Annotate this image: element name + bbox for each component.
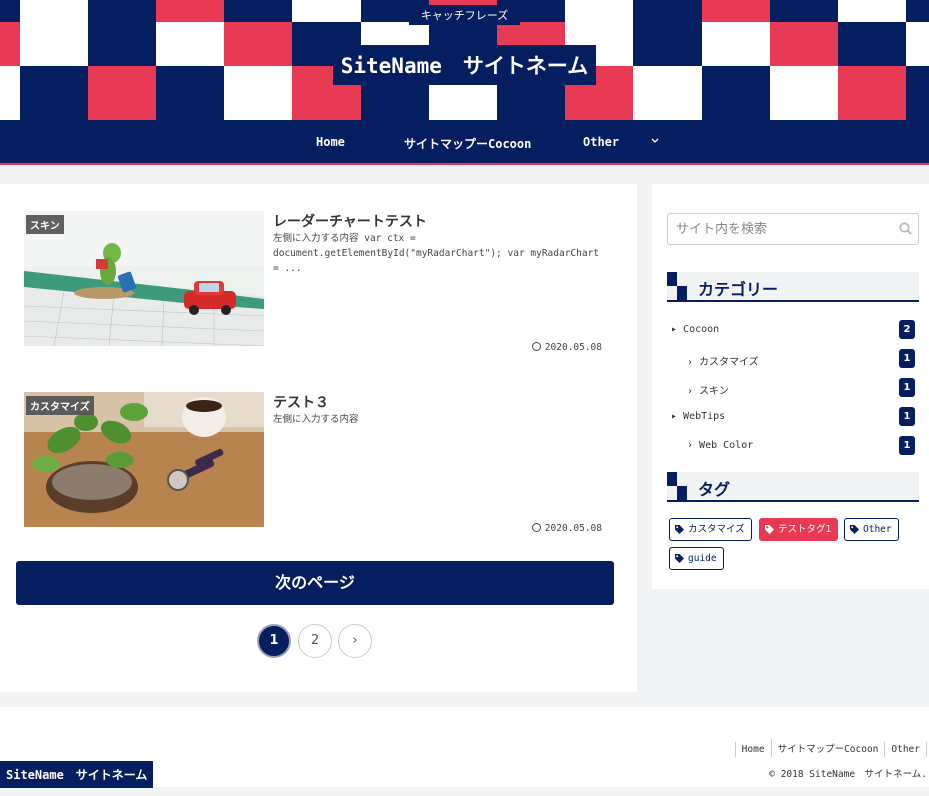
- footer-nav-home[interactable]: Home: [742, 744, 765, 755]
- tag-icon: [675, 554, 684, 563]
- post-category-label: スキン: [26, 215, 64, 234]
- nav-item-sitemap[interactable]: サイトマップーCocoon: [404, 135, 531, 152]
- tags-widget-title: タグ: [667, 472, 919, 502]
- page-number-current[interactable]: 1: [257, 624, 291, 658]
- clock-icon: [531, 523, 541, 532]
- post-title[interactable]: テスト３: [273, 392, 329, 412]
- category-item-webtips[interactable]: ▸ WebTips 1: [667, 407, 919, 427]
- page-number[interactable]: 2: [298, 624, 332, 658]
- nav-item-home[interactable]: Home: [316, 135, 345, 149]
- tag-customize[interactable]: カスタマイズ: [669, 518, 752, 541]
- post-date: 2020.05.08: [531, 342, 602, 353]
- footer-nav-other[interactable]: Other: [891, 744, 920, 755]
- post-card[interactable]: カスタマイズ テスト３ 左側に入力する内容 2020.05.08: [24, 392, 614, 534]
- post-title[interactable]: レーダーチャートテスト: [273, 211, 427, 231]
- next-page-button[interactable]: 次のページ: [16, 561, 614, 605]
- footer-site-logo[interactable]: SiteName サイトネーム: [0, 761, 154, 788]
- post-date: 2020.05.08: [531, 523, 602, 534]
- tag-icon: [765, 525, 774, 534]
- search-icon[interactable]: [899, 222, 912, 235]
- category-item-skin[interactable]: › スキン 1: [667, 378, 919, 398]
- category-count-badge: 2: [899, 320, 915, 339]
- global-nav: Home サイトマップーCocoon Other: [0, 120, 929, 165]
- search-box: [667, 213, 919, 245]
- category-item-customize[interactable]: › カスタマイズ 1: [667, 349, 919, 369]
- category-item-web-color[interactable]: › Web Color 1: [667, 436, 919, 456]
- chevron-down-icon[interactable]: [651, 133, 659, 147]
- category-count-badge: 1: [899, 378, 915, 397]
- next-arrow-icon[interactable]: ›: [338, 624, 372, 658]
- category-count-badge: 1: [899, 436, 915, 455]
- categories-widget-title: カテゴリー: [667, 272, 919, 302]
- category-count-badge: 1: [899, 407, 915, 426]
- catchphrase: キャッチフレーズ: [0, 4, 929, 25]
- post-thumbnail[interactable]: カスタマイズ: [24, 392, 264, 527]
- tag-icon: [675, 525, 684, 534]
- site-logo-link[interactable]: SiteName サイトネーム: [332, 45, 597, 85]
- category-count-badge: 1: [899, 349, 915, 368]
- site-header: キャッチフレーズ SiteName サイトネーム: [0, 0, 929, 120]
- post-thumbnail[interactable]: スキン: [24, 211, 264, 346]
- category-item-cocoon[interactable]: ▸ Cocoon 2: [667, 320, 919, 340]
- tag-test-tag-1[interactable]: テストタグ1: [759, 518, 839, 541]
- footer-nav-sitemap[interactable]: サイトマップーCocoon: [778, 744, 879, 755]
- main-content: スキン レーダーチャートテスト 左側に入力する内容 var ctx = docu…: [0, 184, 637, 692]
- tag-guide[interactable]: guide: [669, 547, 724, 570]
- checker-square-icon: [667, 472, 687, 500]
- footer-nav: Home サイトマップーCocoon Other: [734, 739, 927, 757]
- nav-item-other[interactable]: Other: [583, 135, 619, 149]
- checker-square-icon: [667, 272, 687, 300]
- copyright: © 2018 SiteName サイトネーム.: [769, 769, 927, 780]
- search-input[interactable]: [668, 214, 888, 244]
- post-card[interactable]: スキン レーダーチャートテスト 左側に入力する内容 var ctx = docu…: [24, 211, 614, 353]
- post-snippet: 左側に入力する内容: [273, 414, 359, 425]
- tag-icon: [850, 525, 859, 534]
- post-category-label: カスタマイズ: [26, 396, 94, 415]
- site-footer: Home サイトマップーCocoon Other SiteName サイトネーム ©…: [0, 707, 929, 788]
- tag-other[interactable]: Other: [844, 518, 899, 541]
- clock-icon: [531, 342, 541, 351]
- post-snippet: 左側に入力する内容 var ctx = document.getElementB…: [273, 233, 600, 274]
- sidebar: カテゴリー ▸ Cocoon 2 › カスタマイズ 1 › スキン 1 ▸ We…: [652, 184, 929, 589]
